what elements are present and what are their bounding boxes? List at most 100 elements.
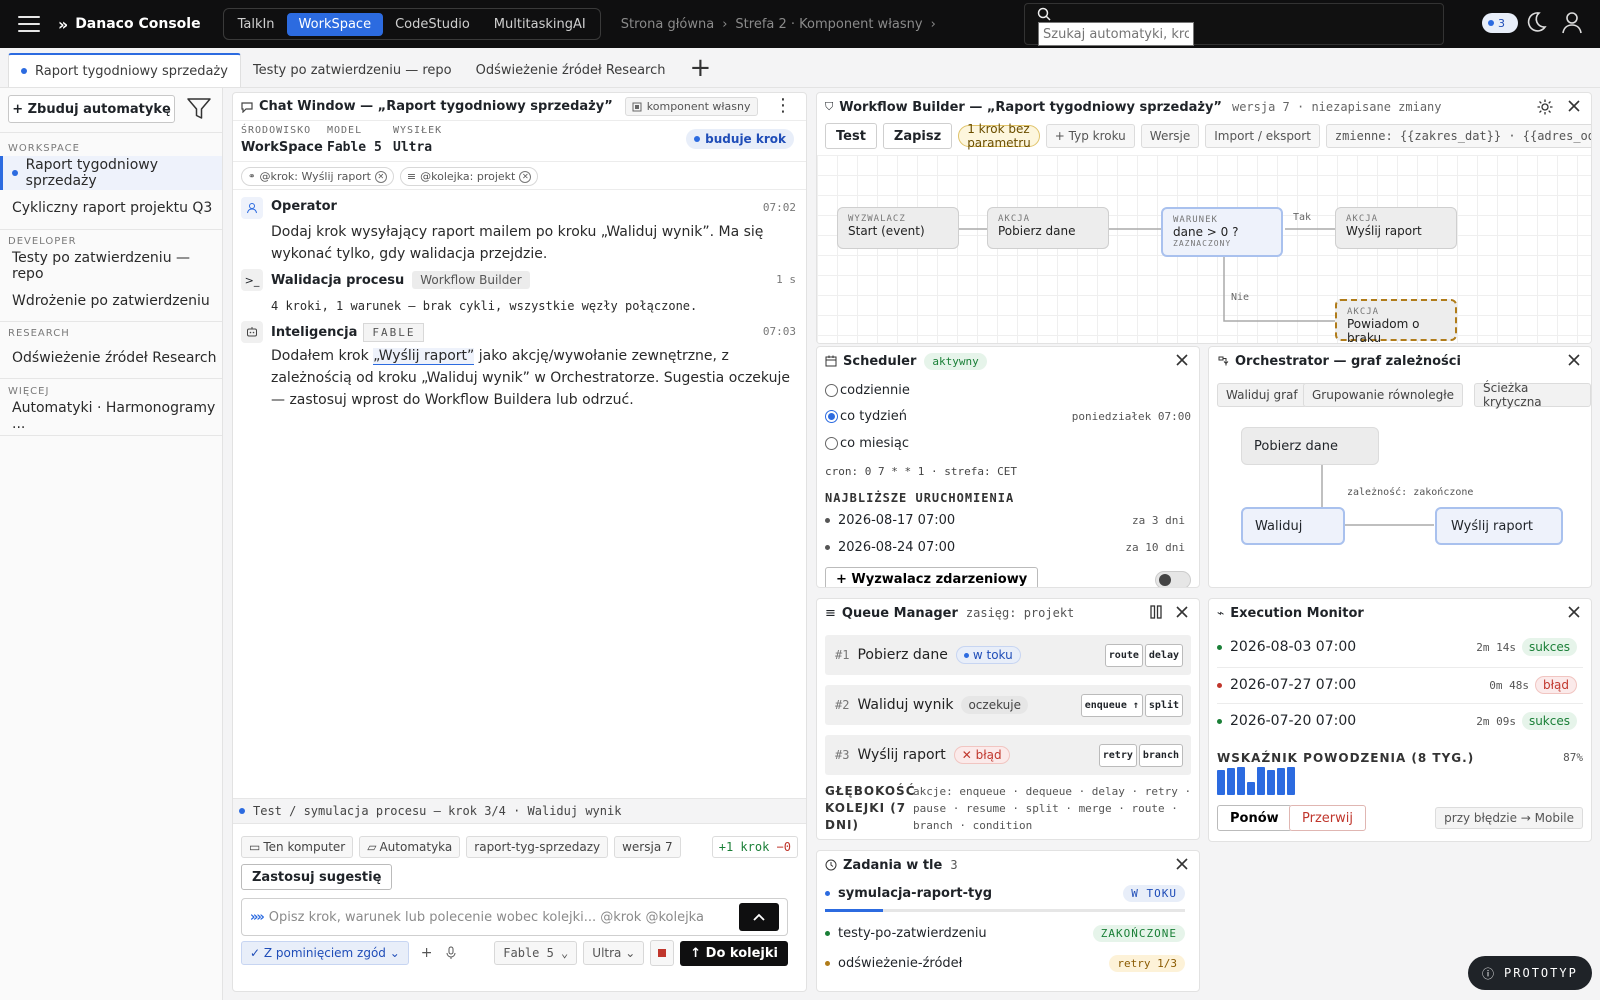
- close-icon[interactable]: [1175, 605, 1189, 619]
- orch-node-send[interactable]: Wyślij raport: [1435, 507, 1563, 545]
- mention-chip-step[interactable]: ⚭ @krok: Wyślij raport ✕: [241, 167, 394, 186]
- enqueue-button[interactable]: ↑ Do kolejki: [680, 940, 788, 966]
- queue-row[interactable]: #2 Waliduj wynik oczekuje enqueue ↑ split: [825, 685, 1191, 725]
- mention-chip-queue[interactable]: ≡ @kolejka: projekt ✕: [399, 167, 539, 186]
- message-composer[interactable]: »» Opisz krok, warunek lub polecenie wob…: [241, 898, 788, 936]
- node-condition[interactable]: WARUNEK dane > 0 ? ZAZNACZONY: [1161, 207, 1283, 257]
- delay-button[interactable]: delay: [1144, 643, 1183, 667]
- effort-select[interactable]: Ultra ⌄: [583, 941, 645, 965]
- radio-weekly[interactable]: co tydzień poniedziałek 07:00: [825, 409, 1191, 424]
- pause-icon[interactable]: [1149, 605, 1163, 619]
- tab-talkin[interactable]: TalkIn: [226, 13, 287, 36]
- event-trigger-toggle[interactable]: [1155, 571, 1191, 587]
- doc-tab-research[interactable]: Odświeżenie źródeł Research: [464, 53, 678, 87]
- split-button[interactable]: split: [1144, 693, 1183, 717]
- context-chip-computer[interactable]: ▭ Ten komputer: [241, 836, 354, 858]
- add-tab-icon[interactable]: +: [690, 55, 712, 81]
- queue-row[interactable]: #1 Pobierz dane w toku route delay: [825, 635, 1191, 675]
- test-button[interactable]: Test: [825, 123, 877, 149]
- close-icon[interactable]: [1175, 857, 1189, 871]
- send-button[interactable]: [739, 903, 779, 931]
- settings-icon[interactable]: [1537, 99, 1553, 115]
- node-selected-note: ZAZNACZONY: [1173, 239, 1232, 248]
- step-type-button[interactable]: + Typ kroku: [1045, 124, 1135, 148]
- sidebar-item-weekly-report[interactable]: Raport tygodniowy sprzedaży: [0, 156, 222, 190]
- context-chip-version[interactable]: wersja 7: [614, 836, 681, 858]
- doc-tab-weekly-report[interactable]: Raport tygodniowy sprzedaży: [8, 53, 241, 87]
- sidebar-item-research[interactable]: Odświeżenie źródeł Research: [0, 341, 222, 375]
- close-icon[interactable]: [1567, 99, 1581, 113]
- node-trigger[interactable]: WYZWALACZ Start (event): [837, 207, 959, 249]
- node-notify-missing[interactable]: AKCJA Powiadom o braku: [1335, 299, 1457, 343]
- radio-daily[interactable]: codziennie: [825, 383, 910, 398]
- user-icon[interactable]: [1560, 10, 1584, 34]
- task-row[interactable]: symulacja-raport-tyg W TOKU: [825, 885, 1185, 902]
- breadcrumb-zone[interactable]: Strefa 2 · Komponent własny: [735, 17, 922, 32]
- abort-run-button[interactable]: Przerwij: [1289, 805, 1366, 831]
- sidebar-item-more[interactable]: Automatyki · Harmonogramy ...: [0, 399, 222, 433]
- stop-button[interactable]: [650, 940, 675, 966]
- doc-tab-tests[interactable]: Testy po zatwierdzeniu — repo: [241, 53, 464, 87]
- task-row[interactable]: testy-po-zatwierdzeniu ZAKOŃCZONE: [825, 925, 1185, 942]
- remove-chip-icon[interactable]: ✕: [374, 170, 387, 183]
- orch-node-validate[interactable]: Waliduj: [1241, 507, 1345, 545]
- save-button[interactable]: Zapisz: [882, 123, 953, 149]
- menu-icon[interactable]: [18, 16, 40, 32]
- build-automation-button[interactable]: + Zbuduj automatykę: [8, 95, 175, 123]
- import-export-button[interactable]: Import / eksport: [1205, 124, 1320, 148]
- more-options-icon[interactable]: ⋮: [774, 97, 792, 115]
- sidebar-item-q3-report[interactable]: Cykliczny raport projektu Q3: [0, 191, 222, 225]
- active-dot-icon: [21, 68, 27, 74]
- enqueue-up-button[interactable]: enqueue ↑: [1080, 693, 1143, 717]
- notification-badge[interactable]: 3: [1482, 13, 1518, 33]
- monitor-icon: ▭: [249, 840, 261, 854]
- add-attachment-icon[interactable]: +: [421, 945, 433, 961]
- context-chip-repo[interactable]: raport-tyg-sprzedazy: [466, 836, 609, 858]
- branch-button[interactable]: branch: [1138, 743, 1183, 767]
- route-button[interactable]: route: [1104, 643, 1143, 667]
- close-icon[interactable]: [1175, 353, 1189, 367]
- queue-row[interactable]: #3 Wyślij raport ✕ błąd retry branch: [825, 735, 1191, 775]
- execution-row[interactable]: 2026-08-03 07:00 2m 14s sukces: [1217, 631, 1577, 663]
- workflow-canvas[interactable]: WYZWALACZ Start (event) AKCJA Pobierz dane…: [817, 155, 1591, 343]
- dark-mode-icon[interactable]: [1524, 10, 1548, 34]
- missing-param-warning[interactable]: 1 krok bez parametru: [958, 122, 1040, 150]
- microphone-icon[interactable]: [445, 946, 457, 960]
- node-send-report[interactable]: AKCJA Wyślij raport: [1335, 207, 1457, 249]
- tab-workspace[interactable]: WorkSpace: [286, 12, 384, 36]
- versions-button[interactable]: Wersje: [1140, 124, 1200, 148]
- radio-monthly[interactable]: co miesiąc: [825, 436, 909, 451]
- execution-row[interactable]: 2026-07-27 07:00 0m 48s błąd: [1217, 669, 1577, 701]
- variables-chip[interactable]: zmienne: {{zakres_dat}} · {{adres_odbior…: [1325, 124, 1591, 148]
- run-status: błąd: [1535, 676, 1577, 694]
- task-row[interactable]: odświeżenie-źródeł retry 1/3: [825, 955, 1185, 972]
- chip-label: @kolejka: projekt: [420, 170, 516, 183]
- orch-node-fetch[interactable]: Pobierz dane: [1241, 427, 1379, 465]
- tab-codestudio[interactable]: CodeStudio: [383, 13, 482, 36]
- divider: [233, 189, 806, 190]
- tab-multitaskingai[interactable]: MultitaskingAI: [482, 13, 598, 36]
- run-duration: 0m 48s: [1489, 678, 1529, 692]
- apply-suggestion-button[interactable]: Zastosuj sugestię: [241, 864, 393, 890]
- search-input[interactable]: [1038, 22, 1194, 46]
- on-error-route[interactable]: przy błędzie → Mobile: [1435, 807, 1583, 829]
- remove-chip-icon[interactable]: ✕: [519, 170, 532, 183]
- composer-input[interactable]: Opisz krok, warunek lub polecenie wobec …: [269, 910, 739, 925]
- queue-row-actions: route delay: [1103, 643, 1183, 667]
- consent-mode-select[interactable]: ✓ Z pominięciem zgód ⌄: [241, 941, 409, 965]
- event-trigger-button[interactable]: + Wyzwalacz zdarzeniowy: [825, 567, 1039, 587]
- retry-button[interactable]: retry: [1098, 743, 1137, 767]
- context-chip-folder[interactable]: ▱ Automatyka: [359, 836, 461, 858]
- brand[interactable]: ›› Danaco Console: [58, 15, 201, 34]
- node-fetch-data[interactable]: AKCJA Pobierz dane: [987, 207, 1109, 249]
- model-select[interactable]: Fable 5 ⌄: [494, 941, 578, 965]
- breadcrumb-home[interactable]: Strona główna: [621, 17, 714, 32]
- sidebar-item-tests[interactable]: Testy po zatwierdzeniu — repo: [0, 249, 222, 283]
- dependency-label: zależność: zakończone: [1347, 487, 1474, 498]
- close-icon[interactable]: [1567, 605, 1581, 619]
- step-reference-link[interactable]: „Wyślij raport”: [373, 348, 475, 365]
- execution-row[interactable]: 2026-07-20 07:00 2m 09s sukces: [1217, 705, 1577, 737]
- retry-run-button[interactable]: Ponów: [1217, 805, 1292, 831]
- sidebar-item-deploy[interactable]: Wdrożenie po zatwierdzeniu: [0, 284, 222, 318]
- filter-icon[interactable]: [186, 96, 212, 122]
